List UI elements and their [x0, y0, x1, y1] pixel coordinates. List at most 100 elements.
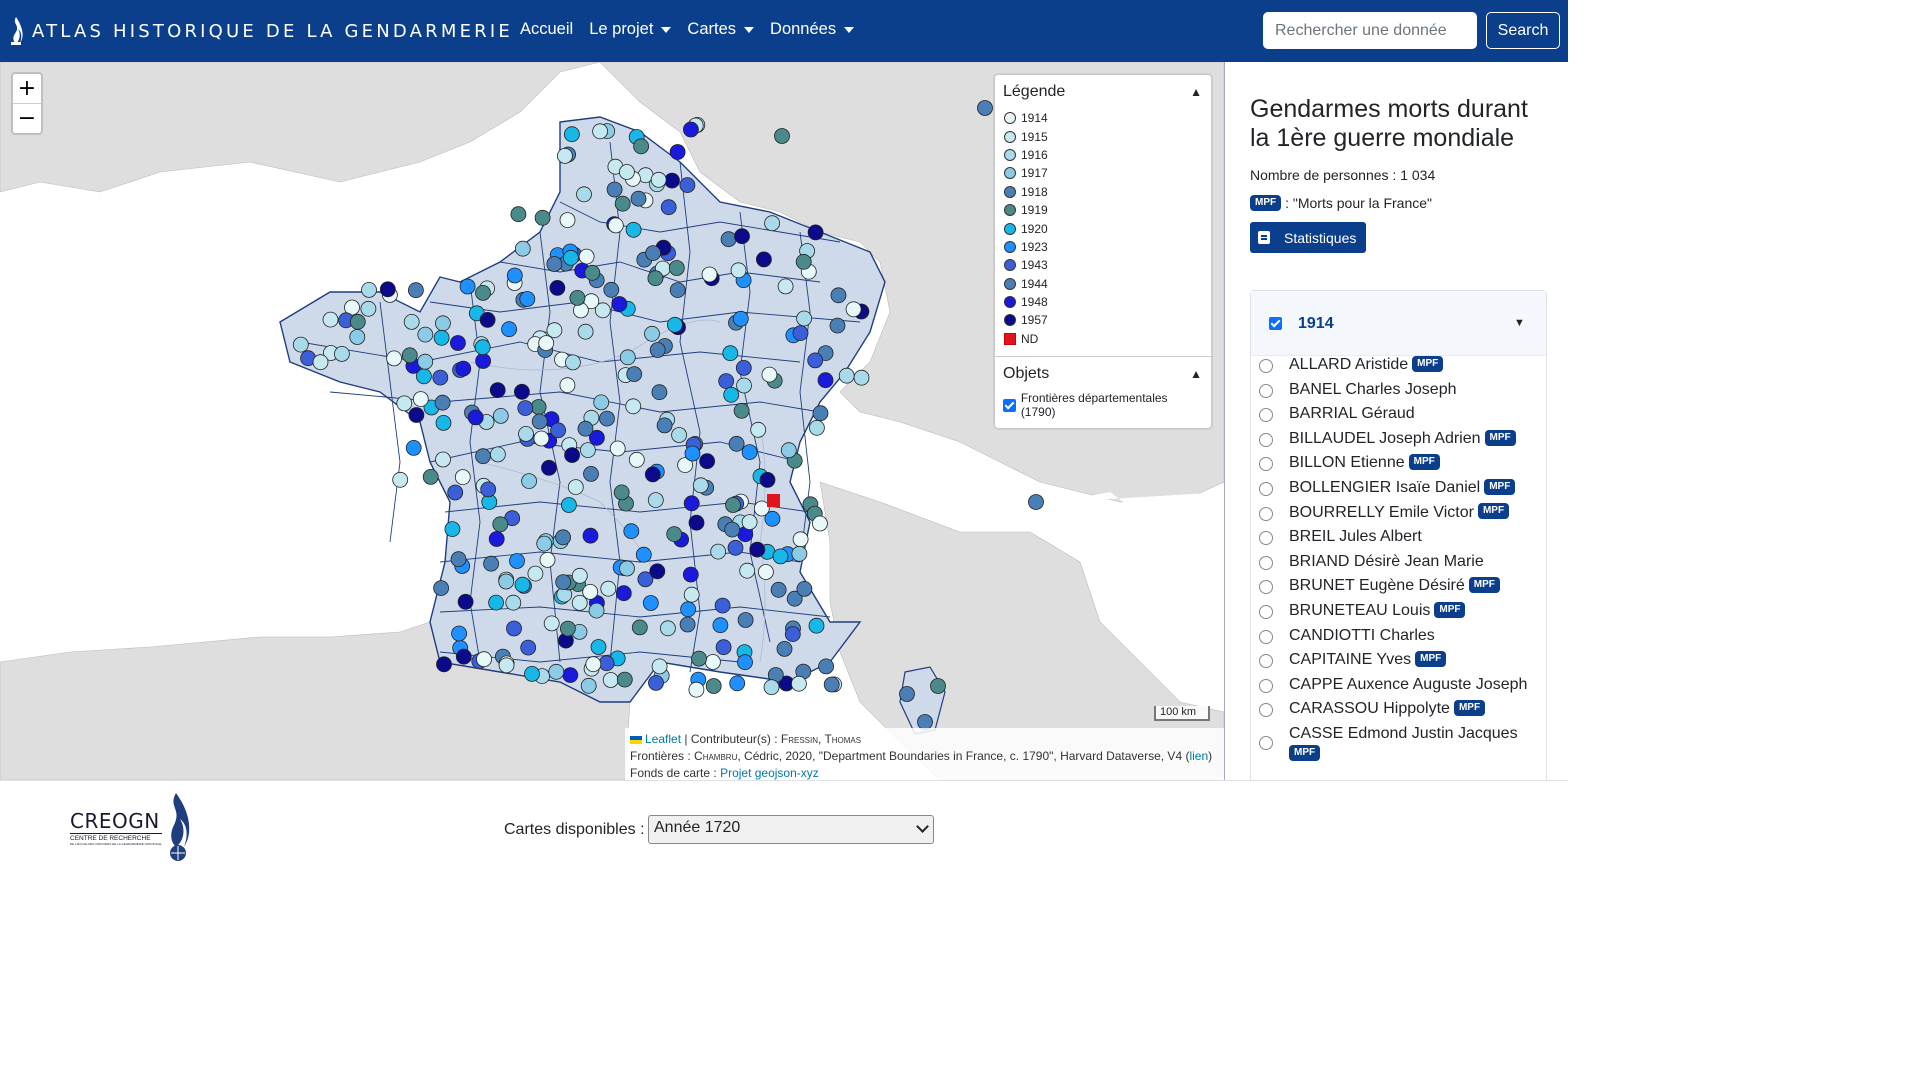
map-marker[interactable]: [791, 545, 808, 562]
map-marker[interactable]: [514, 240, 531, 257]
map-marker[interactable]: [580, 677, 597, 694]
leaflet-link[interactable]: Leaflet: [645, 732, 681, 746]
map-marker[interactable]: [524, 666, 540, 682]
map-marker[interactable]: [845, 301, 862, 318]
map-marker[interactable]: [488, 594, 505, 611]
map-marker[interactable]: [741, 444, 758, 461]
map-marker[interactable]: [642, 595, 659, 611]
map-marker[interactable]: [977, 100, 993, 116]
map-marker[interactable]: [417, 326, 434, 343]
map-marker[interactable]: [633, 138, 649, 155]
map-marker[interactable]: [680, 601, 696, 618]
map-marker[interactable]: [520, 639, 537, 656]
map-marker[interactable]: [521, 473, 537, 490]
map-marker[interactable]: [585, 656, 602, 673]
map-marker[interactable]: [590, 639, 607, 655]
zoom-out-button[interactable]: −: [13, 103, 41, 133]
map-marker[interactable]: [792, 325, 809, 342]
map-marker[interactable]: [360, 300, 377, 317]
map-marker[interactable]: [454, 469, 471, 486]
map-marker[interactable]: [750, 421, 767, 438]
radio-button[interactable]: [1259, 383, 1273, 398]
person-item[interactable]: BANEL Charles Joseph: [1251, 380, 1546, 405]
map-marker[interactable]: [599, 410, 615, 427]
frontieres-lien-link[interactable]: lien: [1189, 749, 1208, 763]
map-marker[interactable]: [715, 639, 732, 656]
map-marker[interactable]: [517, 400, 534, 417]
map-marker[interactable]: [386, 350, 403, 367]
map-marker[interactable]: [480, 481, 497, 498]
map-marker[interactable]: [514, 383, 530, 400]
map-marker[interactable]: [683, 586, 700, 603]
map-marker[interactable]: [714, 597, 731, 614]
radio-button[interactable]: [1259, 457, 1273, 472]
map-marker[interactable]: [619, 349, 636, 366]
map-marker[interactable]: [728, 435, 745, 452]
map-marker[interactable]: [534, 209, 551, 226]
map-marker[interactable]: [435, 414, 452, 431]
map-marker[interactable]: [749, 541, 766, 558]
map-marker[interactable]: [1028, 494, 1044, 510]
map-marker-nd[interactable]: [767, 494, 780, 507]
map-marker[interactable]: [598, 655, 615, 672]
map-marker[interactable]: [422, 468, 439, 485]
map-marker[interactable]: [683, 495, 700, 512]
radio-button[interactable]: [1259, 481, 1273, 496]
radio-button[interactable]: [1259, 703, 1273, 718]
radio-button[interactable]: [1259, 359, 1273, 373]
map-marker[interactable]: [722, 345, 739, 362]
map-marker[interactable]: [807, 224, 824, 241]
map-marker[interactable]: [796, 310, 812, 327]
radio-button[interactable]: [1259, 531, 1273, 546]
person-item[interactable]: BRUNETEAU Louis MPF: [1251, 601, 1546, 626]
map-marker[interactable]: [580, 442, 596, 459]
person-item[interactable]: BARRIAL Géraud: [1251, 404, 1546, 429]
statistics-button[interactable]: Statistiques: [1250, 222, 1366, 253]
map-marker[interactable]: [792, 531, 809, 548]
map-marker[interactable]: [807, 352, 824, 369]
map-marker[interactable]: [688, 681, 705, 698]
map-marker[interactable]: [770, 581, 787, 598]
map-marker[interactable]: [613, 484, 630, 501]
map-marker[interactable]: [577, 420, 594, 437]
map-marker[interactable]: [582, 527, 599, 544]
map-marker[interactable]: [392, 471, 409, 488]
map-marker[interactable]: [593, 394, 610, 411]
map-marker[interactable]: [514, 576, 531, 593]
person-item[interactable]: BRUNET Eugène Désiré MPF: [1251, 576, 1546, 601]
map-marker[interactable]: [474, 339, 491, 356]
map-marker[interactable]: [724, 521, 741, 538]
map-marker[interactable]: [812, 405, 829, 422]
map-marker[interactable]: [650, 171, 667, 188]
radio-button[interactable]: [1259, 580, 1273, 595]
map-marker[interactable]: [455, 648, 472, 665]
nav-cartes[interactable]: Cartes: [687, 20, 755, 39]
zoom-in-button[interactable]: +: [13, 74, 41, 103]
map-marker[interactable]: [710, 543, 727, 560]
map-marker[interactable]: [853, 369, 870, 386]
map-marker[interactable]: [498, 657, 515, 674]
map-marker[interactable]: [631, 619, 648, 636]
map-marker[interactable]: [560, 620, 576, 637]
map-marker[interactable]: [403, 313, 420, 330]
map-marker[interactable]: [555, 574, 572, 590]
map-marker[interactable]: [561, 497, 577, 513]
radio-button[interactable]: [1259, 506, 1273, 521]
person-item[interactable]: CAPPE Auxence Auguste Joseph: [1251, 675, 1546, 700]
person-item[interactable]: BRIAND Désirè Jean Marie: [1251, 552, 1546, 577]
map-marker[interactable]: [557, 148, 573, 164]
map-marker[interactable]: [602, 672, 619, 688]
year-checkbox[interactable]: [1269, 317, 1282, 330]
map-marker[interactable]: [538, 335, 555, 352]
radio-button[interactable]: [1259, 604, 1273, 619]
map-marker[interactable]: [774, 128, 790, 144]
maps-select[interactable]: Année 1720: [648, 815, 934, 844]
map-marker[interactable]: [567, 479, 584, 496]
map-marker[interactable]: [322, 311, 339, 328]
map-marker[interactable]: [718, 373, 735, 390]
map-marker[interactable]: [533, 430, 550, 447]
person-item[interactable]: BREIL Jules Albert: [1251, 527, 1546, 552]
map-marker[interactable]: [555, 529, 571, 546]
map-marker[interactable]: [501, 321, 518, 338]
map-marker[interactable]: [758, 564, 774, 580]
